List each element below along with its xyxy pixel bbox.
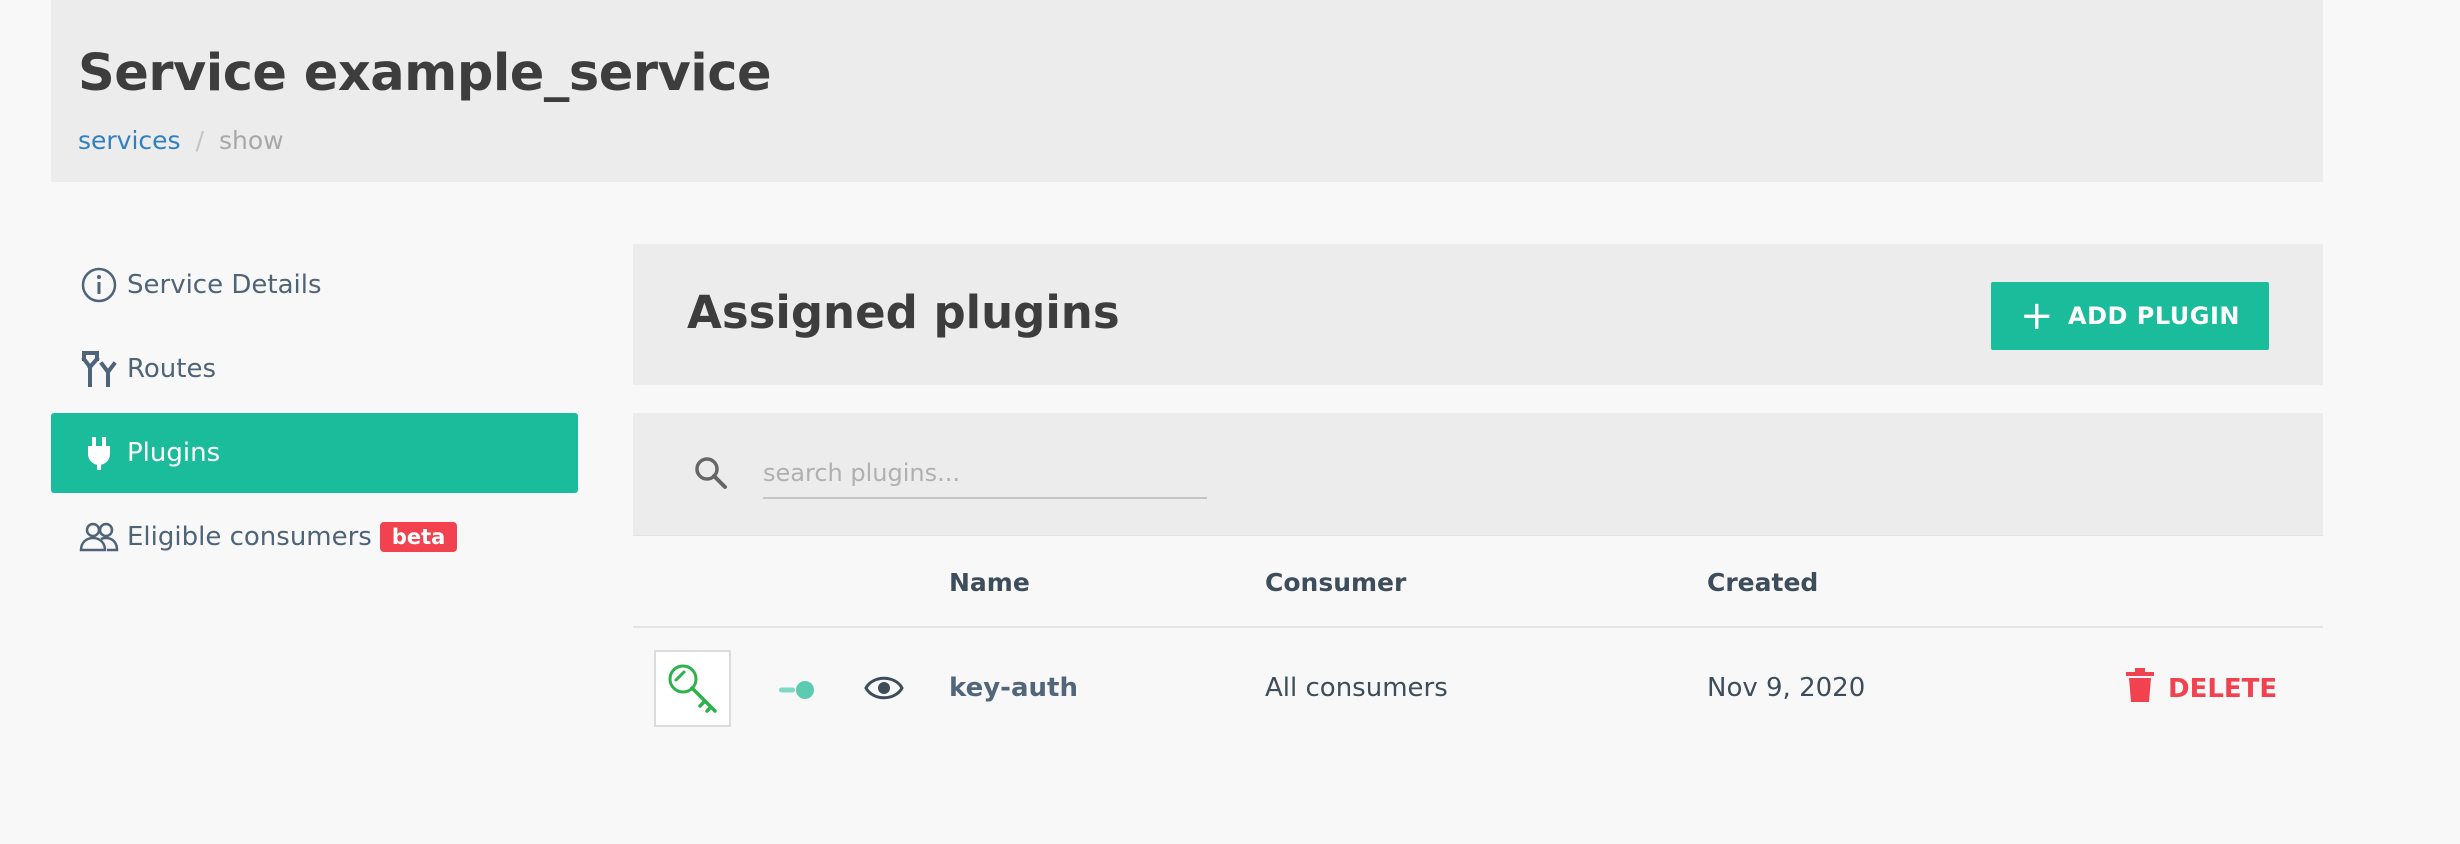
- column-header-consumer: Consumer: [1265, 568, 1407, 597]
- plugin-name-link[interactable]: key-auth: [949, 673, 1078, 703]
- key-icon: [654, 650, 731, 727]
- routes-icon: [79, 349, 119, 389]
- search-input[interactable]: [763, 449, 1207, 499]
- breadcrumb-separator: /: [195, 126, 205, 155]
- sidebar-item-plugins[interactable]: Plugins: [51, 413, 578, 493]
- trash-icon: [2126, 668, 2154, 709]
- main-content: Assigned plugins + ADD PLUGIN Name Consu…: [633, 244, 2323, 752]
- delete-button[interactable]: DELETE: [2126, 668, 2277, 709]
- search-icon: [693, 455, 729, 495]
- plug-icon: [79, 433, 119, 473]
- breadcrumb: services / show: [78, 126, 284, 155]
- add-plugin-button[interactable]: + ADD PLUGIN: [1991, 282, 2269, 350]
- sidebar: Service Details Routes Plugins Eligible …: [51, 245, 578, 581]
- column-header-created: Created: [1707, 568, 1819, 597]
- sidebar-item-label: Eligible consumers: [127, 522, 372, 552]
- plugins-panel-header: Assigned plugins + ADD PLUGIN: [633, 244, 2323, 385]
- page-title: Service example_service: [78, 44, 772, 103]
- sidebar-item-eligible-consumers[interactable]: Eligible consumers beta: [51, 497, 578, 577]
- search-bar: [633, 413, 2323, 535]
- info-icon: [79, 265, 119, 305]
- sidebar-item-service-details[interactable]: Service Details: [51, 245, 578, 325]
- sidebar-item-routes[interactable]: Routes: [51, 329, 578, 409]
- sidebar-item-label: Routes: [127, 354, 217, 384]
- page-header: Service example_service services / show: [51, 0, 2323, 182]
- breadcrumb-current: show: [219, 126, 284, 155]
- delete-label: DELETE: [2168, 673, 2278, 704]
- add-plugin-label: ADD PLUGIN: [2068, 302, 2241, 330]
- plugins-table: Name Consumer Created key-auth All consu…: [633, 535, 2323, 752]
- column-header-name: Name: [949, 568, 1030, 597]
- table-header: Name Consumer Created: [633, 536, 2323, 628]
- table-row: key-auth All consumers Nov 9, 2020 DELET…: [633, 628, 2323, 752]
- sidebar-item-label: Plugins: [127, 438, 221, 468]
- sidebar-item-label: Service Details: [127, 270, 322, 300]
- breadcrumb-link-services[interactable]: services: [78, 126, 181, 155]
- plugin-consumer: All consumers: [1265, 673, 1448, 703]
- plus-icon: +: [2019, 293, 2054, 339]
- plugin-created-date: Nov 9, 2020: [1707, 673, 1866, 703]
- users-icon: [79, 517, 119, 557]
- panel-title: Assigned plugins: [687, 286, 1120, 339]
- enabled-toggle[interactable]: [777, 678, 817, 708]
- beta-badge: beta: [379, 522, 458, 552]
- eye-icon[interactable]: [863, 672, 905, 711]
